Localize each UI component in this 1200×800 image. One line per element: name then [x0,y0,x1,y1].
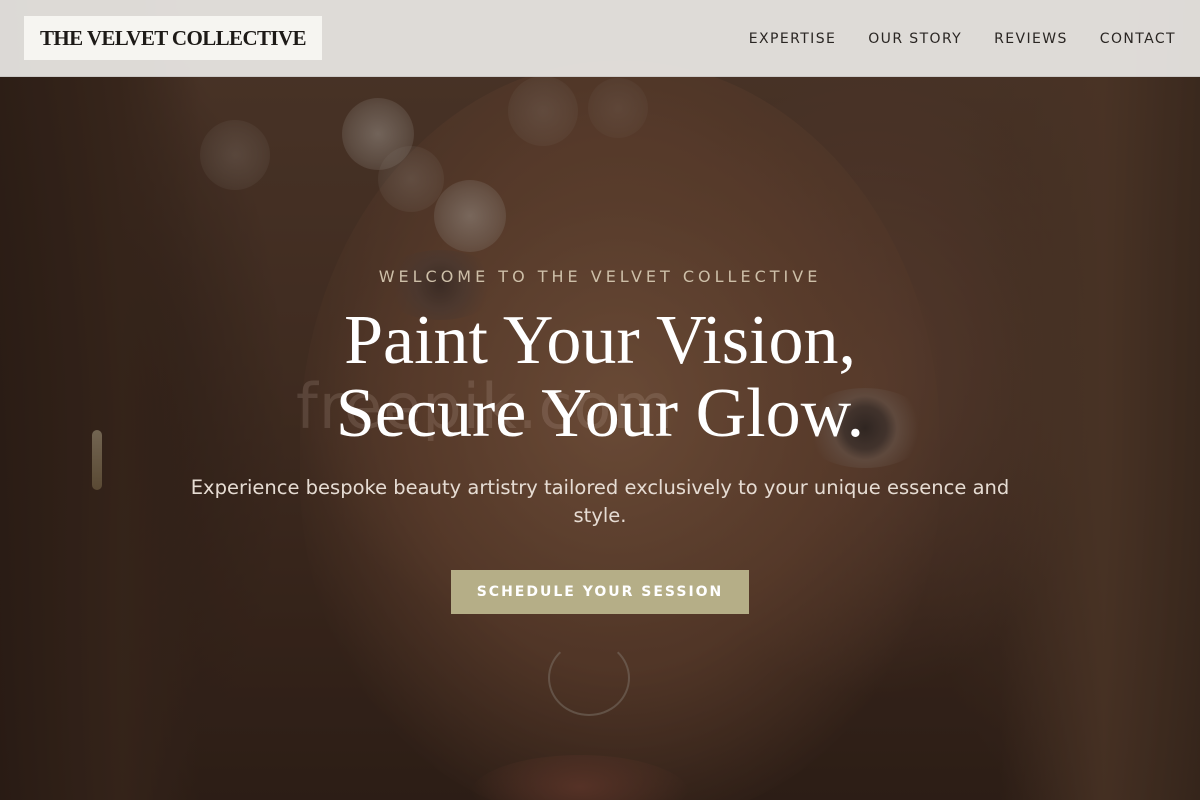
hero-headline: Paint Your Vision, Secure Your Glow. [0,304,1200,450]
hero-headline-line-2: Secure Your Glow. [335,375,865,452]
hero-eyebrow: WELCOME TO THE VELVET COLLECTIVE [378,267,822,286]
schedule-session-button[interactable]: SCHEDULE YOUR SESSION [451,570,749,614]
hero-section: freepik.com WELCOME TO THE VELVET COLLEC… [0,0,1200,800]
hero-headline-line-1: Paint Your Vision, [344,302,856,379]
hero-subtext: Experience bespoke beauty artistry tailo… [190,476,1010,527]
